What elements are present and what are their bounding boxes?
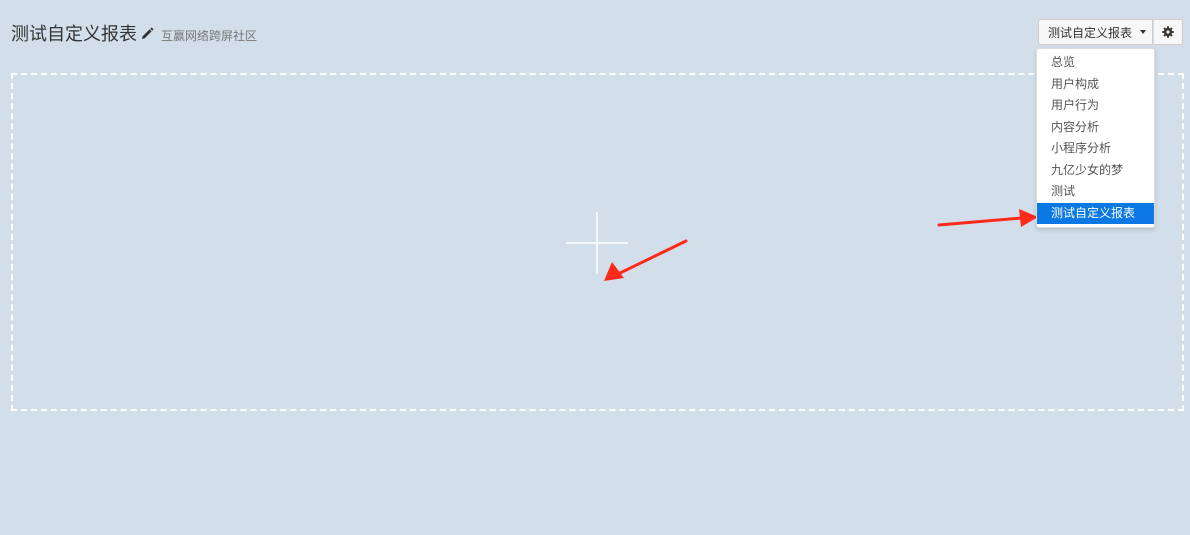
- menu-item-user-behavior[interactable]: 用户行为: [1037, 95, 1154, 117]
- plus-icon[interactable]: [566, 212, 628, 274]
- settings-button[interactable]: [1154, 19, 1183, 45]
- menu-item-test-custom-report[interactable]: 测试自定义报表: [1037, 202, 1154, 224]
- caret-down-icon: [1140, 30, 1147, 34]
- menu-item-user-composition[interactable]: 用户构成: [1037, 74, 1154, 96]
- menu-item-content-analysis[interactable]: 内容分析: [1037, 117, 1154, 139]
- menu-item-custom-report-a[interactable]: 九亿少女的梦: [1037, 160, 1154, 182]
- page-subtitle: 互赢网络跨屏社区: [161, 29, 258, 43]
- menu-item-mini-program-analysis[interactable]: 小程序分析: [1037, 138, 1154, 160]
- menu-item-overview[interactable]: 总览: [1037, 52, 1154, 74]
- menu-item-test[interactable]: 测试: [1037, 181, 1154, 203]
- report-select-button[interactable]: 测试自定义报表: [1038, 19, 1153, 45]
- report-dropdown-menu: 总览 用户构成 用户行为 内容分析 小程序分析 九亿少女的梦 测试 测试自定义报…: [1036, 48, 1155, 228]
- report-select-label: 测试自定义报表: [1048, 25, 1133, 40]
- page-header: 测试自定义报表 互赢网络跨屏社区: [11, 20, 257, 46]
- gear-icon: [1162, 26, 1174, 38]
- pencil-icon[interactable]: [140, 26, 154, 40]
- page-title: 测试自定义报表: [11, 24, 137, 45]
